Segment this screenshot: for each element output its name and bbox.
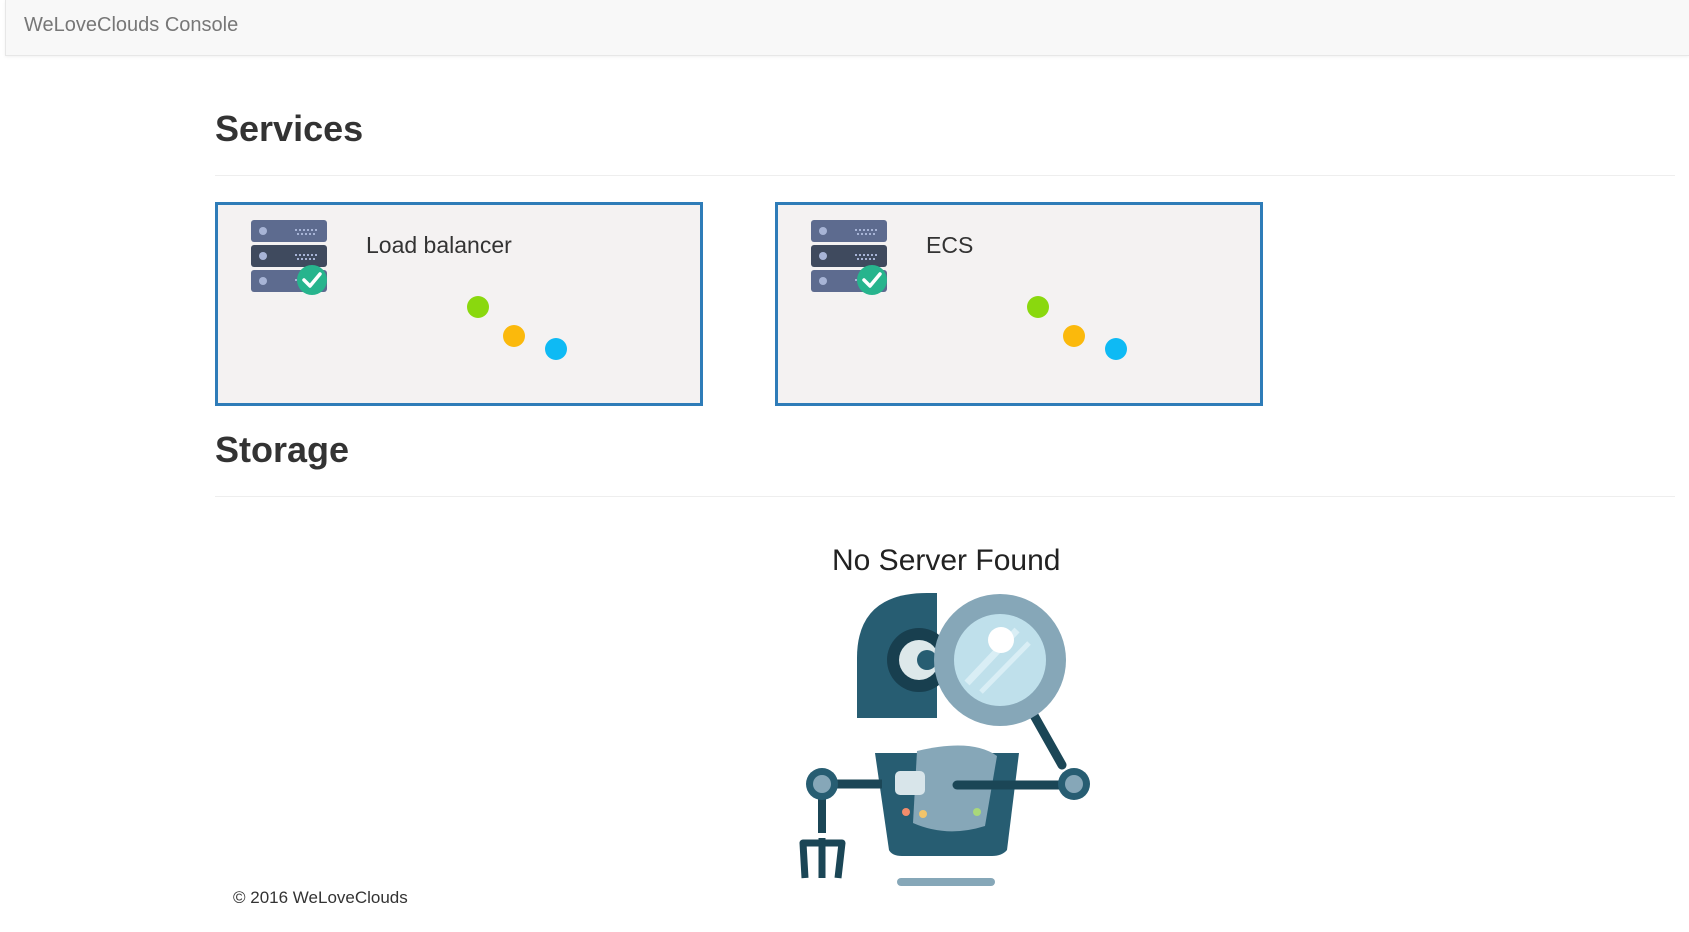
robot-magnifier-icon	[799, 593, 1090, 886]
status-dot-blue	[545, 338, 567, 360]
footer-copyright: © 2016 WeLoveClouds	[233, 888, 408, 907]
empty-state-message: No Server Found	[832, 544, 1061, 577]
service-card-label: ECS	[926, 232, 974, 258]
status-dot-green	[467, 296, 489, 318]
status-dot-orange	[1063, 325, 1085, 347]
service-card-ecs[interactable]: ECS	[775, 202, 1263, 406]
services-heading: Services	[215, 108, 364, 149]
storage-heading: Storage	[215, 429, 350, 470]
storage-divider	[215, 496, 1675, 497]
server-check-icon	[811, 220, 887, 295]
navbar-brand[interactable]: WeLoveClouds Console	[24, 14, 238, 37]
service-card-label: Load balancer	[366, 232, 512, 258]
status-dot-green	[1027, 296, 1049, 318]
status-dot-blue	[1105, 338, 1127, 360]
server-check-icon	[251, 220, 327, 295]
navbar: WeLoveClouds Console	[5, 0, 1689, 56]
status-dot-orange	[503, 325, 525, 347]
services-divider	[215, 175, 1675, 176]
service-card-load-balancer[interactable]: Load balancer	[215, 202, 703, 406]
